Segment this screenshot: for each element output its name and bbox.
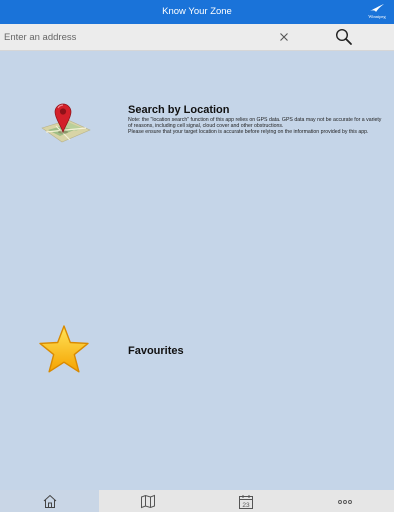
calendar-icon: 23	[239, 495, 253, 509]
gps-disclaimer-line1: Note: the "location search" function of …	[128, 117, 382, 129]
app-title: Know Your Zone	[162, 6, 232, 17]
app-header: Know Your Zone Winnipeg	[0, 0, 394, 24]
search-bar	[0, 24, 394, 51]
tab-calendar[interactable]: 23	[197, 490, 295, 512]
search-by-location-item[interactable]: Search by Location Note: the "location s…	[0, 96, 394, 156]
close-icon	[280, 33, 288, 41]
tab-home[interactable]	[0, 490, 99, 512]
search-icon	[335, 28, 352, 45]
bottom-tab-bar: 23	[0, 490, 394, 512]
clear-search-button[interactable]	[277, 29, 291, 45]
bird-logo-icon	[370, 4, 384, 12]
logo-text: Winnipeg	[368, 14, 386, 19]
favourites-title: Favourites	[128, 345, 184, 357]
calendar-day-label: 23	[242, 502, 250, 509]
star-icon	[39, 325, 89, 373]
city-logo: Winnipeg	[364, 3, 390, 22]
map-pin-icon	[41, 103, 91, 143]
map-icon	[141, 494, 155, 509]
search-by-location-title: Search by Location	[128, 104, 230, 116]
favourites-item[interactable]: Favourites	[0, 324, 394, 378]
more-icon	[337, 500, 352, 504]
tab-map[interactable]	[99, 490, 197, 512]
tab-more[interactable]	[295, 490, 394, 512]
search-button[interactable]	[334, 28, 354, 46]
home-icon	[43, 494, 56, 508]
gps-disclaimer-line2: Please ensure that your target location …	[128, 129, 369, 135]
address-search-input[interactable]	[0, 24, 274, 50]
